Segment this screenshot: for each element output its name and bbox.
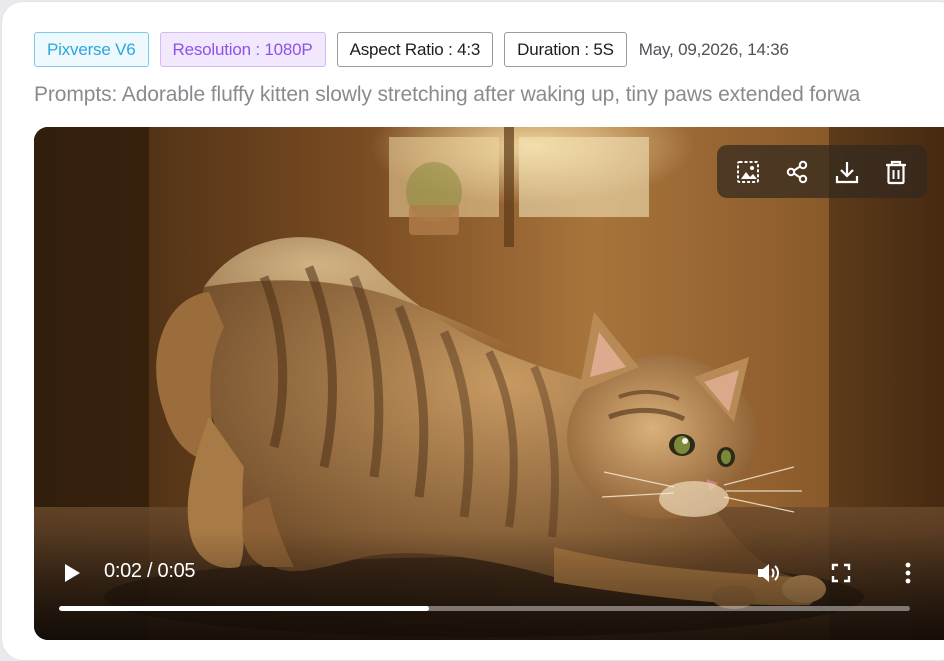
aspect-ratio-tag: Aspect Ratio : 4:3 <box>336 32 494 67</box>
progress-fill <box>59 606 430 611</box>
delete-icon[interactable] <box>876 152 916 192</box>
share-icon[interactable] <box>777 152 817 192</box>
video-action-bar <box>717 145 927 198</box>
video-player[interactable]: 0:02 / 0:05 <box>34 127 944 640</box>
total-duration: 0:05 <box>157 560 196 582</box>
volume-icon[interactable] <box>754 558 784 588</box>
more-options-icon[interactable] <box>896 558 920 588</box>
fullscreen-icon[interactable] <box>826 558 856 588</box>
resolution-tag: Resolution : 1080P <box>159 32 326 67</box>
prompt-text: Prompts: Adorable fluffy kitten slowly s… <box>34 83 861 106</box>
tag-row: Pixverse V6 Resolution : 1080P Aspect Ra… <box>34 32 789 67</box>
time-display: 0:02 / 0:05 <box>104 560 196 583</box>
time-separator: / <box>141 560 158 582</box>
image-icon[interactable] <box>728 152 768 192</box>
generation-card: Pixverse V6 Resolution : 1080P Aspect Ra… <box>1 1 944 661</box>
play-icon[interactable] <box>58 558 86 588</box>
timestamp: May, 09,2026, 14:36 <box>638 39 789 59</box>
progress-track[interactable] <box>59 606 910 611</box>
duration-tag: Duration : 5S <box>504 32 627 67</box>
current-time: 0:02 <box>104 560 142 582</box>
download-icon[interactable] <box>827 152 867 192</box>
model-tag: Pixverse V6 <box>34 32 149 67</box>
video-controls: 0:02 / 0:05 <box>34 530 944 640</box>
